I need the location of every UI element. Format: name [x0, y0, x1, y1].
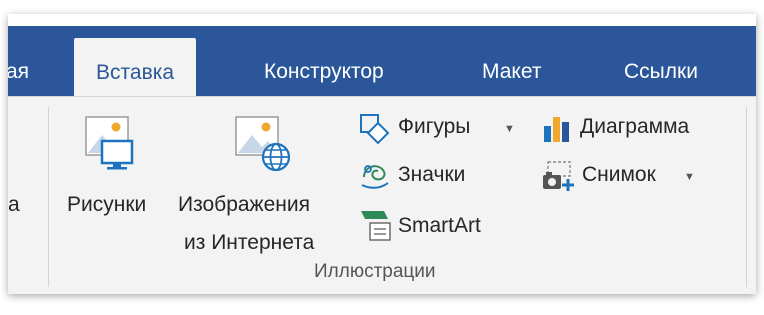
pictures-icon: [85, 116, 134, 170]
smartart-icon: [361, 211, 391, 241]
ribbon-panel: а Рисунки Изображения из Интернета Фигур…: [8, 96, 756, 294]
word-ribbon-window: ая Вставка Конструктор Макет Ссылки а Ри…: [8, 14, 756, 294]
tab-design[interactable]: Конструктор: [260, 48, 388, 96]
shapes-icon: [360, 114, 390, 145]
chart-label: Диаграмма: [580, 115, 690, 138]
pictures-label: Рисунки: [67, 193, 147, 216]
group-separator-left: [48, 107, 49, 287]
shapes-dropdown-icon: ▼: [504, 123, 515, 135]
online-pictures-icon: [235, 116, 291, 172]
tab-partial-left[interactable]: ая: [8, 48, 33, 96]
shapes-label: Фигуры: [398, 115, 471, 138]
ribbon-tab-bar: ая Вставка Конструктор Макет Ссылки: [8, 26, 756, 108]
icons-label: Значки: [398, 163, 466, 186]
screenshot-icon: [543, 161, 574, 191]
online-pictures-label-line1: Изображения: [178, 193, 310, 216]
online-pictures-label-line2: из Интернета: [184, 231, 315, 254]
partial-left-label: а: [8, 193, 20, 216]
group-separator-right: [746, 107, 747, 287]
smartart-label: SmartArt: [398, 214, 481, 237]
chart-icon: [544, 117, 569, 142]
group-label-illustrations: Иллюстрации: [314, 261, 436, 282]
tab-layout[interactable]: Макет: [478, 48, 545, 96]
icons-icon: [361, 165, 389, 189]
screenshot-label: Снимок: [582, 163, 656, 186]
tab-references[interactable]: Ссылки: [620, 48, 702, 96]
screenshot-dropdown-icon: ▼: [684, 171, 695, 183]
